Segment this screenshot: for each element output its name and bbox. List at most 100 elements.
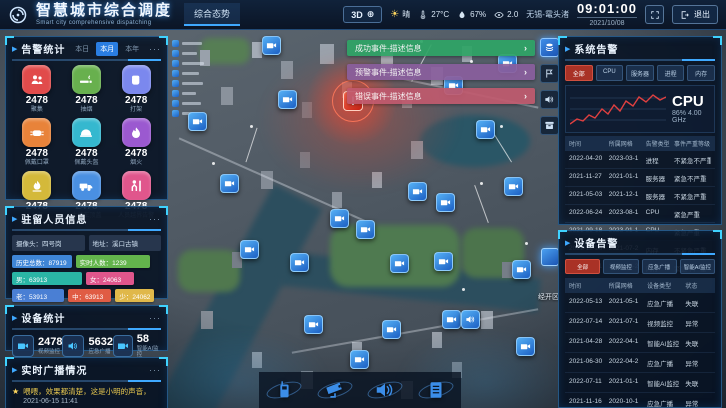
filter-tab[interactable]: CPU bbox=[596, 65, 624, 81]
rail-archive-button[interactable] bbox=[540, 116, 559, 135]
table-row[interactable]: 2021-05-03 2021-12-1 服务器 不紧急严重 bbox=[565, 187, 715, 205]
camera-marker[interactable] bbox=[516, 337, 535, 356]
alarm-period-tabs: 本日本月本年 bbox=[71, 42, 143, 56]
table-row[interactable]: 2022-07-14 2021-07-1 视频监控 异常 bbox=[565, 313, 715, 333]
map-poi-row bbox=[172, 50, 204, 57]
table-row[interactable]: 2022-06-24 2023-08-1 CPU 紧急严重 bbox=[565, 205, 715, 223]
filter-tab[interactable]: 应急广播 bbox=[642, 259, 677, 274]
column-header: 事件严重等级 bbox=[674, 139, 711, 148]
table-row[interactable]: 2021-11-27 2021-01-1 服务器 紧急不严重 bbox=[565, 169, 715, 187]
filter-tab[interactable]: 服务器 bbox=[626, 65, 654, 81]
camera-marker[interactable] bbox=[476, 120, 495, 139]
view-3d-toggle[interactable]: 3D ⊕ bbox=[343, 6, 382, 23]
cell-grid: 2020-10-1 bbox=[609, 398, 647, 408]
cell-level: 不紧急严重 bbox=[674, 191, 711, 201]
alarm-stat-helmet: 2478 佩戴头盔 bbox=[62, 118, 112, 166]
location-label: 无锡-鼋头渚 bbox=[526, 9, 569, 20]
cell-type: 智能AI监控 bbox=[647, 338, 685, 348]
device-alarm-tabs: 全部视频监控应急广播智能AI监控 bbox=[565, 259, 715, 274]
period-tab[interactable]: 本月 bbox=[96, 42, 118, 56]
camera-icon bbox=[244, 244, 255, 255]
camera-icon bbox=[308, 319, 319, 330]
filter-tab[interactable]: 全部 bbox=[565, 259, 600, 274]
rail-layers-button[interactable] bbox=[540, 38, 559, 57]
toolbar-cctv-button[interactable] bbox=[318, 375, 352, 405]
event-banner[interactable]: 预警事件-描述信息 › bbox=[347, 64, 535, 80]
filter-tab[interactable]: 全部 bbox=[565, 65, 593, 81]
event-banner-label: 预警事件-描述信息 bbox=[355, 67, 422, 78]
cell-time: 2021-04-28 bbox=[569, 338, 609, 348]
camera-marker[interactable] bbox=[442, 310, 461, 329]
camera-marker[interactable] bbox=[390, 254, 409, 273]
toolbar-server-button[interactable] bbox=[419, 375, 453, 405]
filter-tab[interactable]: 视频监控 bbox=[603, 259, 638, 274]
filter-tab[interactable]: 进程 bbox=[657, 65, 685, 81]
logout-icon bbox=[680, 10, 690, 20]
camera-marker[interactable] bbox=[330, 209, 349, 228]
speaker-marker[interactable] bbox=[461, 310, 480, 329]
table-row[interactable]: 2022-04-20 2023-03-1 进程 不紧急不严重 bbox=[565, 151, 715, 169]
camera-marker[interactable] bbox=[356, 220, 375, 239]
camera-marker[interactable] bbox=[240, 240, 259, 259]
nav-tab-situation[interactable]: 综合态势 bbox=[184, 3, 240, 26]
camera-icon bbox=[192, 116, 203, 127]
more-icon[interactable]: ··· bbox=[149, 44, 161, 54]
filter-tab[interactable]: 智能AI监控 bbox=[680, 259, 715, 274]
page-subtitle: Smart city comprehensive dispatching bbox=[36, 20, 172, 26]
fullscreen-button[interactable] bbox=[645, 5, 664, 24]
more-icon[interactable]: ··· bbox=[149, 365, 161, 375]
camera-marker[interactable] bbox=[408, 182, 427, 201]
table-row[interactable]: 2021-04-28 2022-04-1 智能AI监控 失联 bbox=[565, 333, 715, 353]
rail-speaker-button[interactable] bbox=[540, 90, 559, 109]
camera-marker[interactable] bbox=[434, 252, 453, 271]
left-column: ▶ 告警统计 本日本月本年 ··· 2478 聚集 bbox=[5, 36, 168, 408]
table-row[interactable]: 2022-07-11 2021-01-1 智能AI监控 失联 bbox=[565, 373, 715, 393]
more-icon[interactable]: ··· bbox=[149, 214, 161, 224]
camera-marker[interactable] bbox=[504, 177, 523, 196]
map-node-dot bbox=[525, 242, 528, 245]
camera-marker-icon bbox=[172, 110, 179, 117]
clock: 09:01:00 2021/10/08 bbox=[577, 2, 637, 27]
cell-grid: 2021-01-1 bbox=[609, 378, 647, 388]
map-poi-row bbox=[172, 40, 204, 47]
table-row[interactable]: 2022-05-13 2021-05-1 应急广播 失联 bbox=[565, 293, 715, 313]
alarm-stat-crowd: 2478 聚集 bbox=[12, 65, 62, 113]
camera-marker[interactable] bbox=[436, 193, 455, 212]
district-marker[interactable] bbox=[541, 248, 559, 266]
broadcast-timestamp: 2021-06-15 11:41 bbox=[23, 397, 151, 408]
camera-marker[interactable] bbox=[304, 315, 323, 334]
cell-time: 2022-07-11 bbox=[569, 378, 609, 388]
app-logo-icon bbox=[8, 5, 28, 25]
camera-marker[interactable] bbox=[350, 350, 369, 369]
camera-marker[interactable] bbox=[512, 260, 531, 279]
camera-marker[interactable] bbox=[278, 90, 297, 109]
period-tab[interactable]: 本日 bbox=[71, 42, 93, 56]
visibility-value: 2.0 bbox=[507, 10, 518, 19]
camera-marker[interactable] bbox=[262, 36, 281, 55]
map-node-dot bbox=[462, 288, 465, 291]
alarm-value: 2478 bbox=[26, 96, 48, 106]
period-tab[interactable]: 本年 bbox=[121, 42, 143, 56]
toolbar-broadcast-button[interactable] bbox=[368, 375, 402, 405]
event-banner[interactable]: 成功事件-描述信息 › bbox=[347, 40, 535, 56]
more-icon[interactable]: ··· bbox=[149, 313, 161, 323]
filter-tab[interactable]: 内存 bbox=[687, 65, 715, 81]
camera-marker-icon bbox=[172, 50, 179, 57]
cell-time: 2021-11-27 bbox=[569, 173, 609, 183]
exit-button[interactable]: 退出 bbox=[672, 5, 718, 24]
camera-marker[interactable] bbox=[290, 253, 309, 272]
event-banner[interactable]: 错误事件-描述信息 › bbox=[347, 88, 535, 104]
rail-alarm-flag-button[interactable] bbox=[540, 64, 559, 83]
panel-underline bbox=[565, 253, 715, 255]
thermometer-icon bbox=[418, 10, 428, 20]
toolbar-radio-button[interactable] bbox=[267, 375, 301, 405]
event-banner-label: 错误事件-描述信息 bbox=[355, 91, 422, 102]
camera-marker[interactable] bbox=[382, 320, 401, 339]
table-row[interactable]: 2021-06-30 2022-04-2 应急广播 异常 bbox=[565, 353, 715, 373]
cpu-value: 86% 4.00 GHz bbox=[672, 110, 710, 124]
cell-time: 2022-04-20 bbox=[569, 155, 609, 165]
speaker-icon bbox=[544, 94, 555, 105]
camera-marker[interactable] bbox=[220, 174, 239, 193]
table-row[interactable]: 2021-11-16 2020-10-1 应急广播 异常 bbox=[565, 393, 715, 408]
camera-marker[interactable] bbox=[188, 112, 207, 131]
